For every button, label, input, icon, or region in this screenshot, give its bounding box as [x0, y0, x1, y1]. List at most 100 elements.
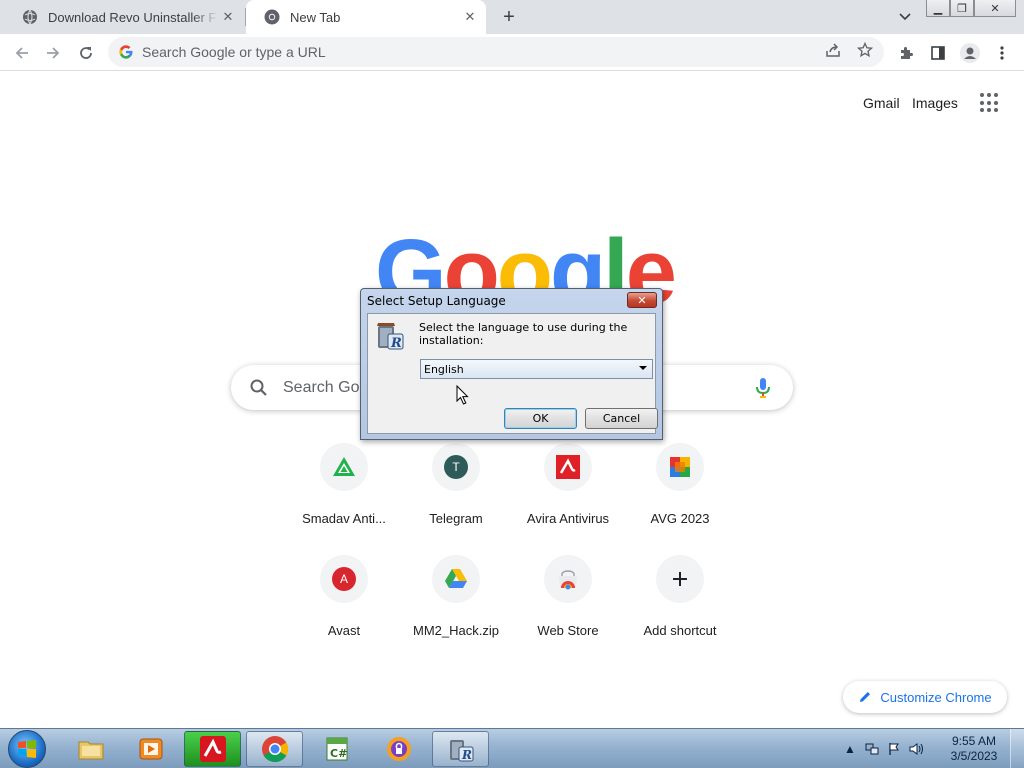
taskbar-media-player[interactable]: [122, 731, 179, 767]
back-button[interactable]: [9, 40, 35, 66]
shortcut-tile: A: [320, 555, 368, 603]
shortcut-mm2-hack[interactable]: MM2_Hack.zip: [400, 555, 512, 638]
shortcut-avg[interactable]: AVG 2023: [624, 443, 736, 526]
network-icon[interactable]: [864, 741, 880, 757]
menu-kebab-icon[interactable]: [989, 40, 1015, 66]
tab-revo-download[interactable]: Download Revo Uninstaller Free ✕: [4, 0, 244, 34]
svg-text:C#: C#: [330, 747, 347, 760]
shortcut-label: Smadav Anti...: [302, 511, 386, 526]
close-tab-icon[interactable]: ✕: [218, 7, 238, 27]
telegram-icon: T: [444, 455, 468, 479]
google-g-icon: [119, 45, 133, 59]
tab-title: New Tab: [290, 9, 341, 25]
browser-toolbar: [0, 34, 1024, 71]
dialog-body: R Select the language to use during the …: [367, 313, 658, 434]
shortcut-label: Telegram: [429, 511, 483, 526]
dialog-message: Select the language to use during the in…: [419, 321, 628, 347]
share-icon[interactable]: [823, 40, 843, 60]
images-link[interactable]: Images: [912, 95, 958, 111]
vpn-shield-icon: [386, 737, 411, 761]
taskbar-file-explorer[interactable]: [62, 731, 119, 767]
shortcut-label: Avira Antivirus: [526, 511, 610, 526]
media-player-icon: [139, 738, 162, 760]
cancel-button[interactable]: Cancel: [585, 408, 658, 429]
dialog-title: Select Setup Language: [367, 294, 506, 308]
setup-language-dialog: Select Setup Language ✕ R Select the lan…: [360, 288, 663, 440]
clock-date: 3/5/2023: [950, 749, 998, 763]
csharp-icon: C#: [326, 737, 347, 761]
taskbar-chrome[interactable]: [246, 731, 303, 767]
tab-new-tab[interactable]: New Tab ✕: [246, 0, 486, 34]
shortcut-tile: [432, 555, 480, 603]
show-hidden-icons-icon[interactable]: ▲: [842, 741, 858, 757]
minimize-button[interactable]: ▁: [926, 0, 950, 17]
globe-icon: [23, 9, 37, 25]
shortcut-avira[interactable]: Avira Antivirus: [512, 443, 624, 526]
tab-search-chevron-icon[interactable]: [896, 8, 914, 26]
customize-label: Customize Chrome: [880, 689, 992, 705]
shortcut-telegram[interactable]: T Telegram: [400, 443, 512, 526]
chrome-icon: [264, 9, 280, 25]
shortcut-label: AVG 2023: [650, 511, 710, 526]
address-input[interactable]: [142, 44, 884, 60]
dropdown-arrow-icon: [639, 366, 647, 370]
shortcut-tile: [656, 555, 704, 603]
ok-button[interactable]: OK: [504, 408, 577, 429]
language-select[interactable]: English: [420, 359, 653, 379]
shortcut-label: Add shortcut: [643, 623, 717, 638]
windows-taskbar: C# R ▲ 9:55 AM 3/5/2023: [0, 728, 1024, 768]
bookmark-star-icon[interactable]: [855, 40, 875, 60]
web-store-icon: [559, 570, 577, 590]
tab-title: Download Revo Uninstaller Free: [48, 9, 218, 25]
avira-icon: [199, 736, 226, 762]
shortcut-smadav[interactable]: Smadav Anti...: [288, 443, 400, 526]
revo-uninstaller-icon: R: [377, 323, 404, 351]
clock-time: 9:55 AM: [951, 734, 997, 748]
shortcut-label: Avast: [327, 623, 361, 638]
avira-icon: [556, 455, 580, 479]
restore-button[interactable]: ❐: [950, 0, 974, 17]
arrow-right-icon: [47, 47, 60, 59]
taskbar-revo-setup[interactable]: R: [432, 731, 489, 767]
search-icon: [250, 379, 267, 396]
profile-avatar-icon[interactable]: [957, 40, 983, 66]
shortcut-label: Web Store: [537, 623, 599, 638]
shortcut-avast[interactable]: A Avast: [288, 555, 400, 638]
customize-chrome-button[interactable]: Customize Chrome: [843, 681, 1007, 713]
forward-button[interactable]: [40, 40, 66, 66]
close-tab-icon[interactable]: ✕: [460, 7, 480, 27]
reload-icon: [80, 47, 92, 59]
taskbar-avira[interactable]: [184, 731, 241, 767]
system-clock[interactable]: 9:55 AM 3/5/2023: [946, 734, 1002, 764]
dialog-close-button[interactable]: ✕: [627, 292, 657, 308]
avg-icon: [670, 457, 690, 477]
shortcut-label: MM2_Hack.zip: [413, 623, 499, 638]
shortcut-tile: [544, 555, 592, 603]
start-button[interactable]: [8, 730, 46, 768]
add-shortcut-button[interactable]: Add shortcut: [624, 555, 736, 638]
action-center-flag-icon[interactable]: [886, 741, 902, 757]
address-bar[interactable]: [108, 37, 884, 67]
extensions-puzzle-icon[interactable]: [893, 40, 919, 66]
shortcut-tile: T: [432, 443, 480, 491]
gmail-link[interactable]: Gmail: [863, 95, 900, 111]
chrome-icon: [261, 736, 288, 763]
close-window-button[interactable]: ✕: [974, 0, 1016, 17]
show-desktop-button[interactable]: [1010, 729, 1024, 768]
svg-text:R: R: [461, 748, 472, 762]
taskbar-csharp-ide[interactable]: C#: [308, 731, 365, 767]
google-apps-grid-icon[interactable]: [980, 93, 1000, 113]
plus-icon: [673, 572, 687, 586]
reload-button[interactable]: [73, 40, 99, 66]
shortcut-tile: [320, 443, 368, 491]
shortcut-web-store[interactable]: Web Store: [512, 555, 624, 638]
new-tab-button[interactable]: +: [498, 6, 520, 28]
microphone-icon[interactable]: [753, 377, 773, 399]
taskbar-vpn[interactable]: [370, 731, 427, 767]
volume-icon[interactable]: [908, 741, 924, 757]
arrow-left-icon: [15, 47, 28, 59]
window-caption-buttons: ▁ ❐ ✕: [926, 0, 1016, 18]
shortcut-tile: [544, 443, 592, 491]
side-panel-icon[interactable]: [925, 40, 951, 66]
revo-uninstaller-icon: R: [449, 740, 473, 762]
